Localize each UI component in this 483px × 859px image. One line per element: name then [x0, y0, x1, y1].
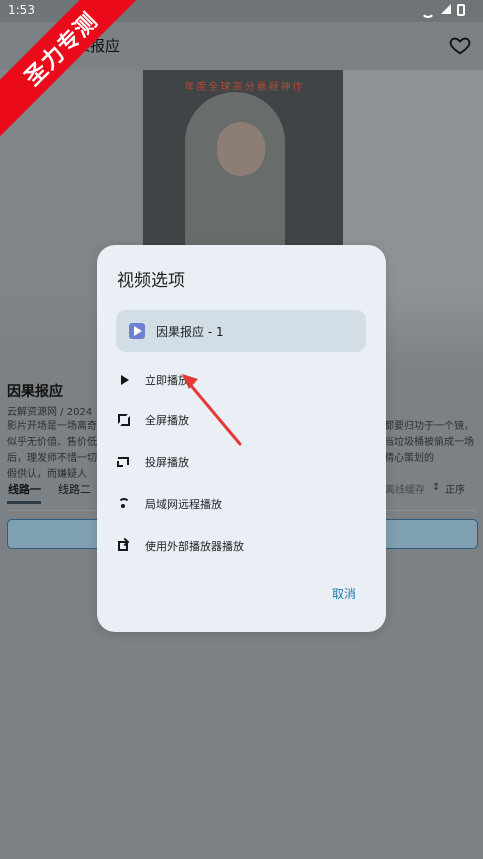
play-video-badge-icon	[129, 323, 145, 339]
option-lan-remote[interactable]: 局域网远程播放	[117, 490, 367, 520]
poster-slogan: 年度全球高分悬疑神作	[184, 82, 305, 93]
selected-episode-card[interactable]: 因果报应 - 1	[116, 310, 366, 352]
sort-icon[interactable]: ↕	[432, 482, 440, 493]
status-battery-icon	[457, 4, 465, 16]
status-time: 1:53	[8, 3, 35, 17]
tab-route-one[interactable]: 线路一	[8, 481, 41, 497]
cast-icon	[117, 455, 131, 469]
option-external-player[interactable]: 使用外部播放器播放	[117, 532, 367, 562]
status-icons	[421, 4, 465, 18]
option-external-player-label: 使用外部播放器播放	[145, 540, 244, 553]
tab-route-two[interactable]: 线路二	[58, 481, 91, 497]
detail-source: 云解资源网 / 2024	[7, 407, 93, 418]
option-cast-label: 投屏播放	[145, 456, 189, 469]
favorite-heart-icon[interactable]	[449, 34, 471, 56]
status-signal-icon	[441, 4, 451, 14]
external-link-icon	[117, 539, 131, 553]
selected-episode-label: 因果报应 - 1	[156, 325, 224, 339]
fullscreen-icon	[117, 413, 131, 427]
status-wifi-icon	[421, 4, 435, 18]
play-icon	[117, 373, 131, 387]
wifi-icon	[117, 497, 131, 511]
sort-label[interactable]: 正序	[445, 481, 465, 496]
annotation-arrow-icon	[182, 374, 242, 446]
option-cast[interactable]: 投屏播放	[117, 448, 367, 478]
tab-active-indicator	[7, 501, 41, 504]
poster-face	[217, 122, 265, 176]
detail-description-left: 影片开场是一场离奇似乎无价值、售价低后，理发师不惜一切假供认，而嫌疑人	[7, 421, 97, 480]
cancel-button[interactable]: 取消	[332, 585, 356, 602]
detail-description-right: 都要归功于一个镜，当垃圾桶被偷成一场精心策划的	[384, 421, 474, 464]
offline-cache-label[interactable]: 离线缓存	[385, 481, 425, 496]
option-lan-remote-label: 局域网远程播放	[145, 498, 222, 511]
detail-title: 因果报应	[7, 384, 63, 400]
dialog-title: 视频选项	[117, 271, 185, 291]
